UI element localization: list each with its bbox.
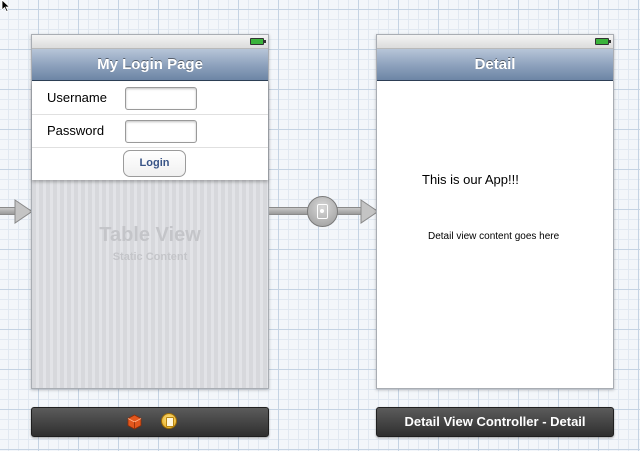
password-label: Password [47,123,105,138]
password-field[interactable] [125,120,197,143]
status-bar [377,35,613,49]
dock-title: Detail View Controller - Detail [404,414,586,429]
login-scene-dock[interactable] [31,407,269,437]
nav-bar-title[interactable]: My Login Page [32,49,268,81]
cube-icon[interactable] [127,414,142,430]
nav-bar-title[interactable]: Detail [377,49,613,81]
detail-scene-dock[interactable]: Detail View Controller - Detail [376,407,614,437]
login-scene[interactable]: My Login Page Table View Static Content … [31,34,269,389]
table-cell-login[interactable]: Login [32,148,268,180]
battery-icon [595,38,611,45]
static-table-section: Username Password Login [32,82,268,180]
detail-scene[interactable]: Detail This is our App!!! Detail view co… [376,34,614,389]
status-bar [32,35,268,49]
username-field[interactable] [125,87,197,110]
segue-icon[interactable] [307,196,338,227]
login-button[interactable]: Login [123,150,186,177]
detail-content-label[interactable]: Detail view content goes here [428,231,559,242]
cursor-icon [1,0,11,12]
table-cell-username[interactable]: Username [32,82,268,115]
view-controller-icon[interactable] [161,413,177,429]
username-label: Username [47,90,107,105]
table-view-placeholder-subtitle: Static Content [112,251,188,263]
segue-glyph-icon [317,204,328,219]
battery-icon [250,38,266,45]
table-view-placeholder-title: Table View [99,224,201,246]
detail-main-label[interactable]: This is our App!!! [422,172,519,187]
table-cell-password[interactable]: Password [32,115,268,148]
